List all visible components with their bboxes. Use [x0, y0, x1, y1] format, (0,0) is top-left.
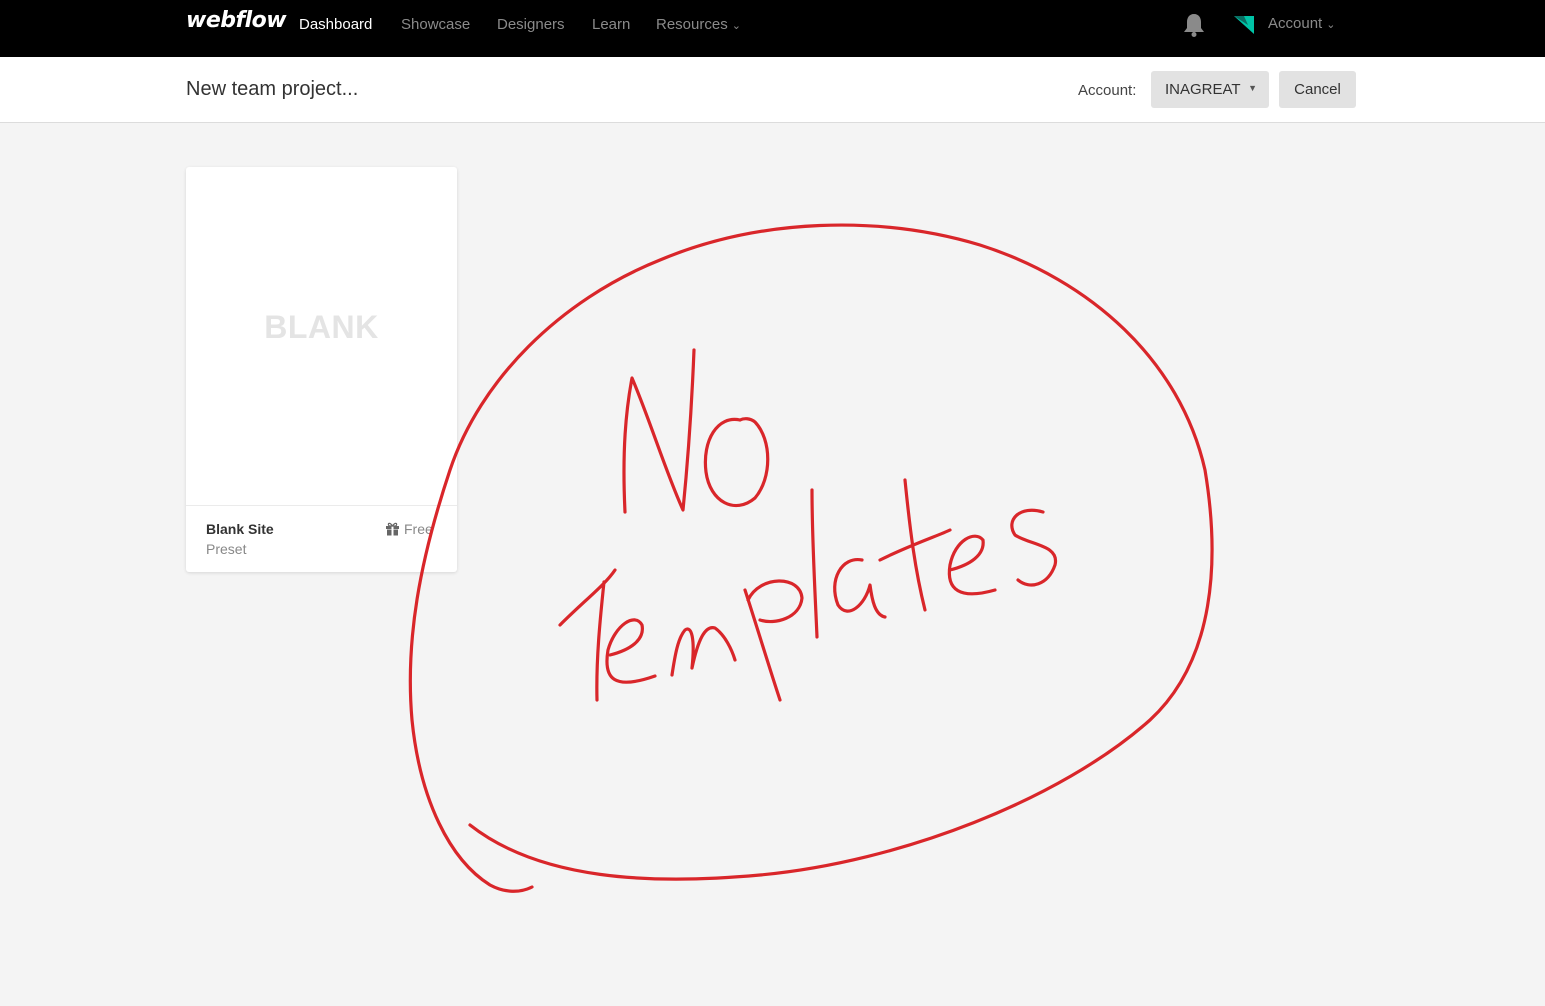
- cancel-button[interactable]: Cancel: [1279, 71, 1356, 108]
- gift-icon: [386, 522, 399, 536]
- blank-preview-text: BLANK: [264, 309, 379, 345]
- template-price-label: Free: [404, 521, 433, 537]
- template-name: Blank Site: [206, 521, 274, 537]
- nav-showcase[interactable]: Showcase: [401, 16, 470, 33]
- caret-down-icon: ▼: [1248, 83, 1257, 93]
- annotation-letter-e2: [947, 534, 997, 596]
- page-title: New team project...: [186, 78, 359, 100]
- nav-learn[interactable]: Learn: [592, 16, 630, 33]
- annotation-ellipse: [408, 223, 1214, 893]
- top-navigation-bar: webflow Dashboard Showcase Designers Lea…: [0, 0, 1545, 57]
- bell-icon[interactable]: [1182, 12, 1206, 38]
- annotation-letter-t: [558, 568, 617, 702]
- project-header: New team project... Account: INAGREAT ▼ …: [0, 57, 1545, 123]
- chevron-down-icon: ⌄: [1326, 19, 1336, 31]
- annotation-letter-a: [833, 558, 887, 619]
- account-menu[interactable]: Account ⌄: [1268, 15, 1335, 32]
- account-select[interactable]: INAGREAT ▼: [1151, 71, 1269, 108]
- annotation-letter-m: [670, 626, 737, 677]
- nav-resources[interactable]: Resources ⌄: [656, 16, 741, 33]
- template-subtitle: Preset: [206, 541, 247, 557]
- template-card-blank-site[interactable]: BLANK Blank Site Preset Free: [186, 167, 457, 572]
- webflow-logo[interactable]: webflow: [186, 8, 287, 33]
- annotation-letter-t2: [878, 478, 952, 612]
- nav-designers[interactable]: Designers: [497, 16, 565, 33]
- account-menu-label: Account: [1268, 15, 1323, 32]
- template-preview[interactable]: BLANK: [186, 167, 457, 506]
- account-field-label: Account:: [1078, 82, 1137, 99]
- annotation-letter-o: [703, 417, 770, 508]
- account-logo-icon[interactable]: [1234, 16, 1254, 34]
- account-select-value: INAGREAT: [1165, 81, 1241, 98]
- nav-dashboard[interactable]: Dashboard: [299, 16, 372, 33]
- annotation-letter-p: [743, 579, 804, 702]
- annotation-letter-n: [622, 348, 696, 514]
- annotation-letter-e: [605, 618, 657, 684]
- nav-resources-label: Resources: [656, 16, 728, 33]
- template-price: Free: [385, 521, 433, 537]
- annotation-letter-l: [810, 488, 819, 639]
- chevron-down-icon: ⌄: [731, 20, 741, 32]
- annotation-letter-s: [1010, 508, 1058, 587]
